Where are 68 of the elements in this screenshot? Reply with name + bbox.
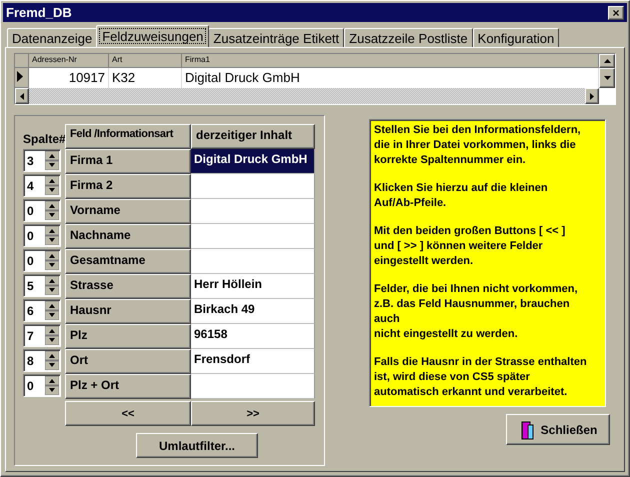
- spin-arrows-icon[interactable]: [45, 326, 59, 345]
- help-text: Klicken Sie hierzu auf die kleinen Auf/Ab-Pfeile.: [374, 181, 549, 211]
- help-text: Mit den beiden großen Buttons [ << ] und [ >> ] können weitere Felder eingestellt werden.: [374, 224, 566, 269]
- tab[interactable]: Feldzuweisungen: [96, 25, 210, 47]
- column-header[interactable]: Art: [109, 54, 182, 68]
- column-spinner[interactable]: 5: [23, 274, 61, 297]
- spin-arrows-icon[interactable]: [45, 226, 59, 245]
- column-header[interactable]: Firma1: [182, 54, 599, 68]
- column-spinner[interactable]: 4: [23, 174, 61, 197]
- content-cell[interactable]: Birkach 49: [191, 299, 315, 324]
- tab[interactable]: Datenanzeige: [7, 28, 98, 47]
- column-spinner[interactable]: 0: [23, 374, 61, 397]
- column-spinner[interactable]: 0: [23, 199, 61, 222]
- help-text: Falls die Hausnr in der Strasse enthalten ist, wird diese von CS5 später automatisch erkannt und verarbeitet.: [374, 355, 588, 400]
- door-icon: [518, 420, 535, 440]
- content-cell[interactable]: [191, 199, 315, 224]
- previous-button[interactable]: <<: [65, 401, 191, 426]
- column-header: derzeitiger Inhalt: [191, 124, 315, 149]
- scroll-up-icon[interactable]: [599, 54, 615, 68]
- next-button[interactable]: >>: [191, 401, 315, 426]
- tab[interactable]: Konfiguration: [472, 28, 560, 47]
- horizontal-scrollbar[interactable]: [29, 88, 599, 104]
- scroll-left-icon[interactable]: [15, 88, 29, 104]
- column-header[interactable]: Adressen-Nr: [29, 54, 109, 68]
- column-header: Spalte#: [23, 132, 65, 148]
- content-cell[interactable]: Digital Druck GmbH: [191, 149, 315, 174]
- spin-arrows-icon[interactable]: [45, 301, 59, 320]
- field-label: Firma 2: [65, 174, 191, 199]
- content-cell[interactable]: [191, 174, 315, 199]
- content-cell[interactable]: Herr Höllein: [191, 274, 315, 299]
- spin-arrows-icon[interactable]: [45, 251, 59, 270]
- field-label: Gesamtname: [65, 249, 191, 274]
- field-label: Ort: [65, 349, 191, 374]
- umlaut-filter-button[interactable]: Umlautfilter...: [136, 433, 258, 458]
- field-label: Vorname: [65, 199, 191, 224]
- field-label: Plz: [65, 324, 191, 349]
- column-spinner[interactable]: 0: [23, 224, 61, 247]
- help-text: Felder, die bei Ihnen nicht vorkommen, z.B. das Feld Hausnummer, brauchen auch nicht eingestellt zu werden.: [374, 282, 579, 342]
- spin-arrows-icon[interactable]: [45, 351, 59, 370]
- content-cell[interactable]: [191, 224, 315, 249]
- help-text: Stellen Sie bei den Informationsfeldern, die in Ihrer Datei vorkommen, links die korrekte Spaltennummer ein.: [374, 123, 582, 168]
- column-spinner[interactable]: 6: [23, 299, 61, 322]
- column-spinner[interactable]: 0: [23, 249, 61, 272]
- spin-arrows-icon[interactable]: [45, 176, 59, 195]
- field-label: Firma 1: [65, 149, 191, 174]
- spin-arrows-icon[interactable]: [45, 376, 59, 395]
- column-spinner[interactable]: 7: [23, 324, 61, 347]
- close-button[interactable]: Schließen: [506, 414, 610, 445]
- column-header: Feld /Informationsart: [65, 124, 191, 149]
- content-cell[interactable]: [191, 249, 315, 274]
- column-spinner[interactable]: 3: [23, 149, 61, 172]
- content-cell[interactable]: [191, 374, 315, 399]
- tab[interactable]: Zusatzeinträge Etikett: [208, 28, 344, 47]
- field-label: Nachname: [65, 224, 191, 249]
- field-label: Hausnr: [65, 299, 191, 324]
- tab[interactable]: Zusatzzeile Postliste: [344, 28, 473, 47]
- content-cell[interactable]: Frensdorf: [191, 349, 315, 374]
- close-button[interactable]: ×: [608, 6, 624, 20]
- field-label: Strasse: [65, 274, 191, 299]
- spin-arrows-icon[interactable]: [45, 276, 59, 295]
- scroll-down-icon[interactable]: [599, 68, 615, 88]
- scroll-right-icon[interactable]: [585, 88, 599, 104]
- spin-arrows-icon[interactable]: [45, 201, 59, 220]
- field-label: Plz + Ort: [65, 374, 191, 399]
- window-title: Fremd_DB: [6, 5, 72, 20]
- content-cell[interactable]: 96158: [191, 324, 315, 349]
- column-spinner[interactable]: 8: [23, 349, 61, 372]
- spin-arrows-icon[interactable]: [45, 151, 59, 170]
